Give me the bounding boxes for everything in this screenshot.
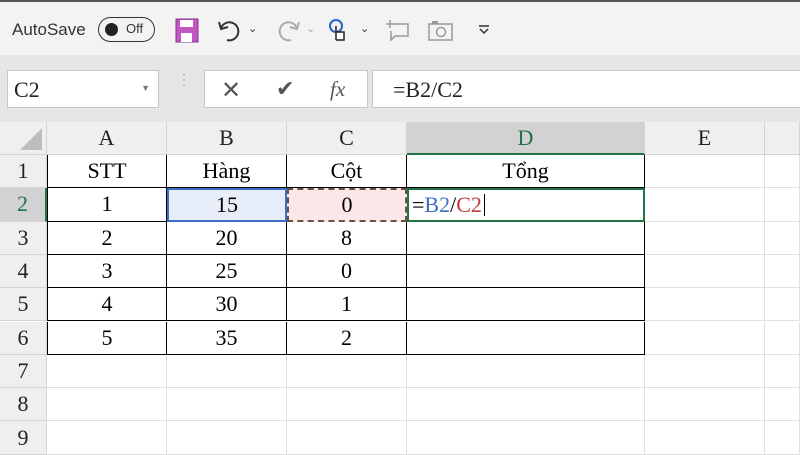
- row-header-5[interactable]: 5: [0, 288, 47, 322]
- cell-e5[interactable]: [645, 288, 765, 322]
- cell-b3[interactable]: 20: [167, 221, 287, 255]
- cell-e7[interactable]: [645, 354, 765, 389]
- cell-e1[interactable]: [645, 155, 765, 189]
- column-header-c[interactable]: C: [287, 122, 407, 155]
- row-header-2[interactable]: 2: [0, 188, 47, 222]
- cell-c3[interactable]: 8: [287, 221, 407, 255]
- cell-f3[interactable]: [765, 221, 800, 255]
- cell-e2[interactable]: [645, 188, 765, 222]
- cell-f5[interactable]: [765, 288, 800, 322]
- autosave-label: AutoSave: [12, 20, 86, 39]
- cell-f2[interactable]: [765, 188, 800, 222]
- cell-c8[interactable]: [287, 388, 407, 422]
- formula-ref-c2: C2: [456, 191, 482, 217]
- column-header-next[interactable]: [765, 122, 800, 155]
- cell-d4[interactable]: [407, 254, 645, 289]
- cell-c2[interactable]: 0: [287, 188, 407, 222]
- column-header-d[interactable]: D: [407, 122, 645, 155]
- formula-bar-area: C2 ▼ ⋮ ✕ ✔ fx =B2/C2: [0, 55, 800, 122]
- touch-mode-icon[interactable]: [328, 18, 350, 46]
- cell-d2[interactable]: = B2/C2: [407, 188, 645, 222]
- cell-a2[interactable]: 1: [47, 188, 167, 222]
- cell-c4[interactable]: 0: [287, 254, 407, 289]
- cell-a4[interactable]: 3: [47, 254, 167, 289]
- formula-ref-b2: B2: [424, 191, 451, 217]
- touch-dropdown-icon[interactable]: ⌄: [360, 22, 369, 35]
- row-header-6[interactable]: 6: [0, 321, 47, 355]
- row-header-3[interactable]: 3: [0, 221, 47, 255]
- column-header-a[interactable]: A: [47, 122, 167, 155]
- name-box-dropdown-icon[interactable]: ▼: [141, 83, 150, 93]
- name-box-value: C2: [14, 77, 40, 102]
- text-cursor: [483, 193, 485, 216]
- cell-a6[interactable]: 5: [47, 321, 167, 355]
- formula-equals: =: [412, 191, 425, 217]
- cell-e8[interactable]: [645, 388, 765, 422]
- cell-f7[interactable]: [765, 354, 800, 389]
- cell-c5[interactable]: 1: [287, 288, 407, 322]
- cell-f6[interactable]: [765, 321, 800, 355]
- cell-c1[interactable]: Cột: [287, 155, 407, 189]
- cell-e6[interactable]: [645, 321, 765, 355]
- cell-c6[interactable]: 2: [287, 321, 407, 355]
- cell-b1[interactable]: Hàng: [167, 155, 287, 189]
- redo-icon[interactable]: [275, 18, 301, 44]
- formula-buttons: ✕ ✔ fx: [204, 70, 368, 108]
- cell-b4[interactable]: 25: [167, 254, 287, 289]
- cell-a8[interactable]: [47, 388, 167, 422]
- toggle-label: Off: [126, 21, 144, 36]
- cell-a3[interactable]: 2: [47, 221, 167, 255]
- cell-b8[interactable]: [167, 388, 287, 422]
- cell-b2[interactable]: 15: [167, 188, 287, 222]
- undo-dropdown-icon[interactable]: ⌄: [248, 22, 257, 35]
- row-header-4[interactable]: 4: [0, 254, 47, 289]
- select-all-corner[interactable]: [0, 122, 47, 155]
- column-header-e[interactable]: E: [645, 122, 765, 155]
- formula-input[interactable]: =B2/C2: [372, 70, 800, 108]
- save-icon[interactable]: [175, 18, 199, 44]
- cell-b5[interactable]: 30: [167, 288, 287, 322]
- row-header-8[interactable]: 8: [0, 388, 47, 422]
- new-comment-icon[interactable]: [385, 19, 411, 43]
- cell-d1[interactable]: Tổng: [407, 155, 645, 189]
- row-header-7[interactable]: 7: [0, 354, 47, 389]
- cell-f4[interactable]: [765, 254, 800, 289]
- cell-d5[interactable]: [407, 288, 645, 322]
- cell-d6[interactable]: [407, 321, 645, 355]
- undo-icon[interactable]: [217, 18, 243, 44]
- cell-d3[interactable]: [407, 221, 645, 255]
- column-header-b[interactable]: B: [167, 122, 287, 155]
- redo-dropdown-icon[interactable]: ⌄: [306, 22, 315, 35]
- autosave-toggle[interactable]: Off: [98, 17, 155, 42]
- cell-c7[interactable]: [287, 354, 407, 389]
- cell-f1[interactable]: [765, 155, 800, 189]
- name-box[interactable]: C2 ▼: [7, 70, 159, 108]
- cell-a1[interactable]: STT: [47, 155, 167, 189]
- drag-handle-icon[interactable]: ⋮: [177, 72, 191, 86]
- cancel-icon[interactable]: ✕: [221, 76, 241, 105]
- cell-b6[interactable]: 35: [167, 321, 287, 355]
- customize-qat-icon[interactable]: [478, 24, 490, 36]
- cell-b7[interactable]: [167, 354, 287, 389]
- cell-f8[interactable]: [765, 388, 800, 422]
- cell-d7[interactable]: [407, 354, 645, 389]
- row-header-1[interactable]: 1: [0, 155, 47, 189]
- cell-e3[interactable]: [645, 221, 765, 255]
- cell-d8[interactable]: [407, 388, 645, 422]
- camera-icon[interactable]: [428, 20, 454, 42]
- cell-a7[interactable]: [47, 354, 167, 389]
- select-all-icon[interactable]: [14, 126, 44, 152]
- formula-text: =B2/C2: [393, 77, 463, 102]
- enter-icon[interactable]: ✔: [276, 76, 294, 102]
- cell-e4[interactable]: [645, 254, 765, 289]
- quick-access-toolbar: AutoSave Off ⌄ ⌄ ⌄: [0, 0, 800, 55]
- toggle-knob: [105, 23, 118, 36]
- cell-a5[interactable]: 4: [47, 288, 167, 322]
- insert-function-icon[interactable]: fx: [330, 77, 345, 102]
